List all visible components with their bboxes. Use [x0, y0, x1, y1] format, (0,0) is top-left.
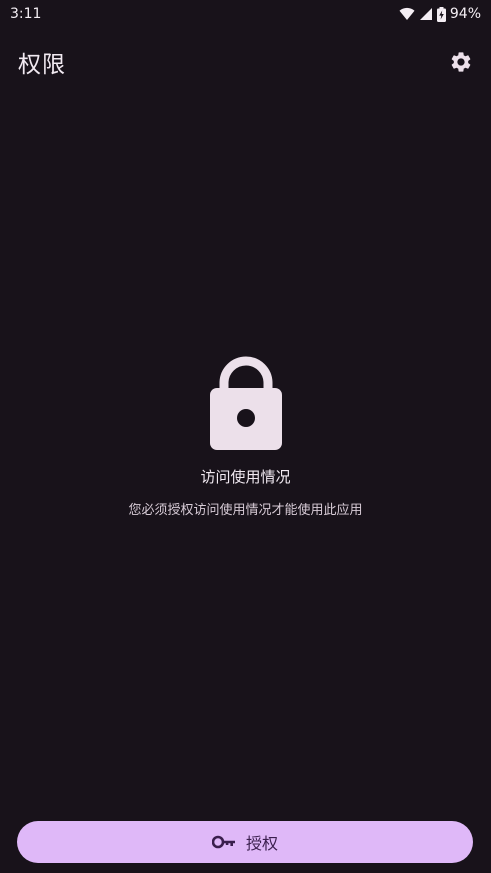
key-icon [211, 835, 235, 849]
permission-panel: 访问使用情况 您必须授权访问使用情况才能使用此应用 [0, 356, 491, 518]
battery-level: 94% [449, 6, 481, 22]
permission-description: 您必须授权访问使用情况才能使用此应用 [128, 503, 363, 518]
wifi-icon [399, 7, 415, 20]
app-bar: 权限 [0, 40, 491, 84]
status-time: 3:11 [10, 6, 42, 22]
cell-signal-icon [419, 8, 432, 20]
lock-icon [209, 356, 282, 450]
grant-button-label: 授权 [245, 834, 278, 853]
status-icons: 94% [399, 6, 481, 22]
battery-charging-icon [436, 6, 446, 22]
grant-button[interactable]: 授权 [17, 821, 473, 863]
page-title: 权限 [18, 52, 66, 78]
status-bar: 3:11 94% [0, 0, 491, 28]
gear-icon [451, 52, 471, 72]
settings-button[interactable] [445, 46, 477, 78]
permission-headline: 访问使用情况 [200, 468, 291, 486]
